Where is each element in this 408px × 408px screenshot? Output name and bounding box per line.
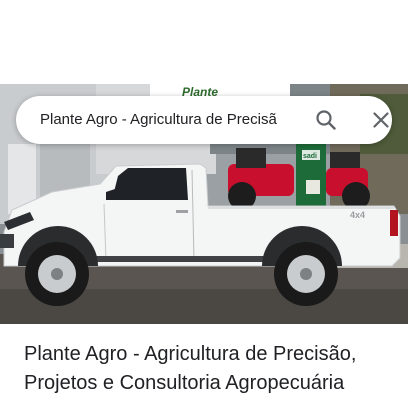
close-icon[interactable] xyxy=(369,108,393,132)
search-query[interactable]: Plante Agro - Agricultura de Precisã xyxy=(40,110,290,130)
rear-wheel xyxy=(274,242,338,306)
result-title[interactable]: Plante Agro - Agricultura de Precisão, P… xyxy=(24,340,394,398)
search-bar[interactable]: Plante Agro - Agricultura de Precisã xyxy=(16,96,392,144)
truck-window xyxy=(112,168,188,200)
tank-label: sadi xyxy=(303,153,317,160)
front-wheel xyxy=(25,242,89,306)
truck-badge: 4x4 xyxy=(350,210,365,220)
search-icon[interactable] xyxy=(314,108,338,132)
blank-header xyxy=(0,0,408,84)
